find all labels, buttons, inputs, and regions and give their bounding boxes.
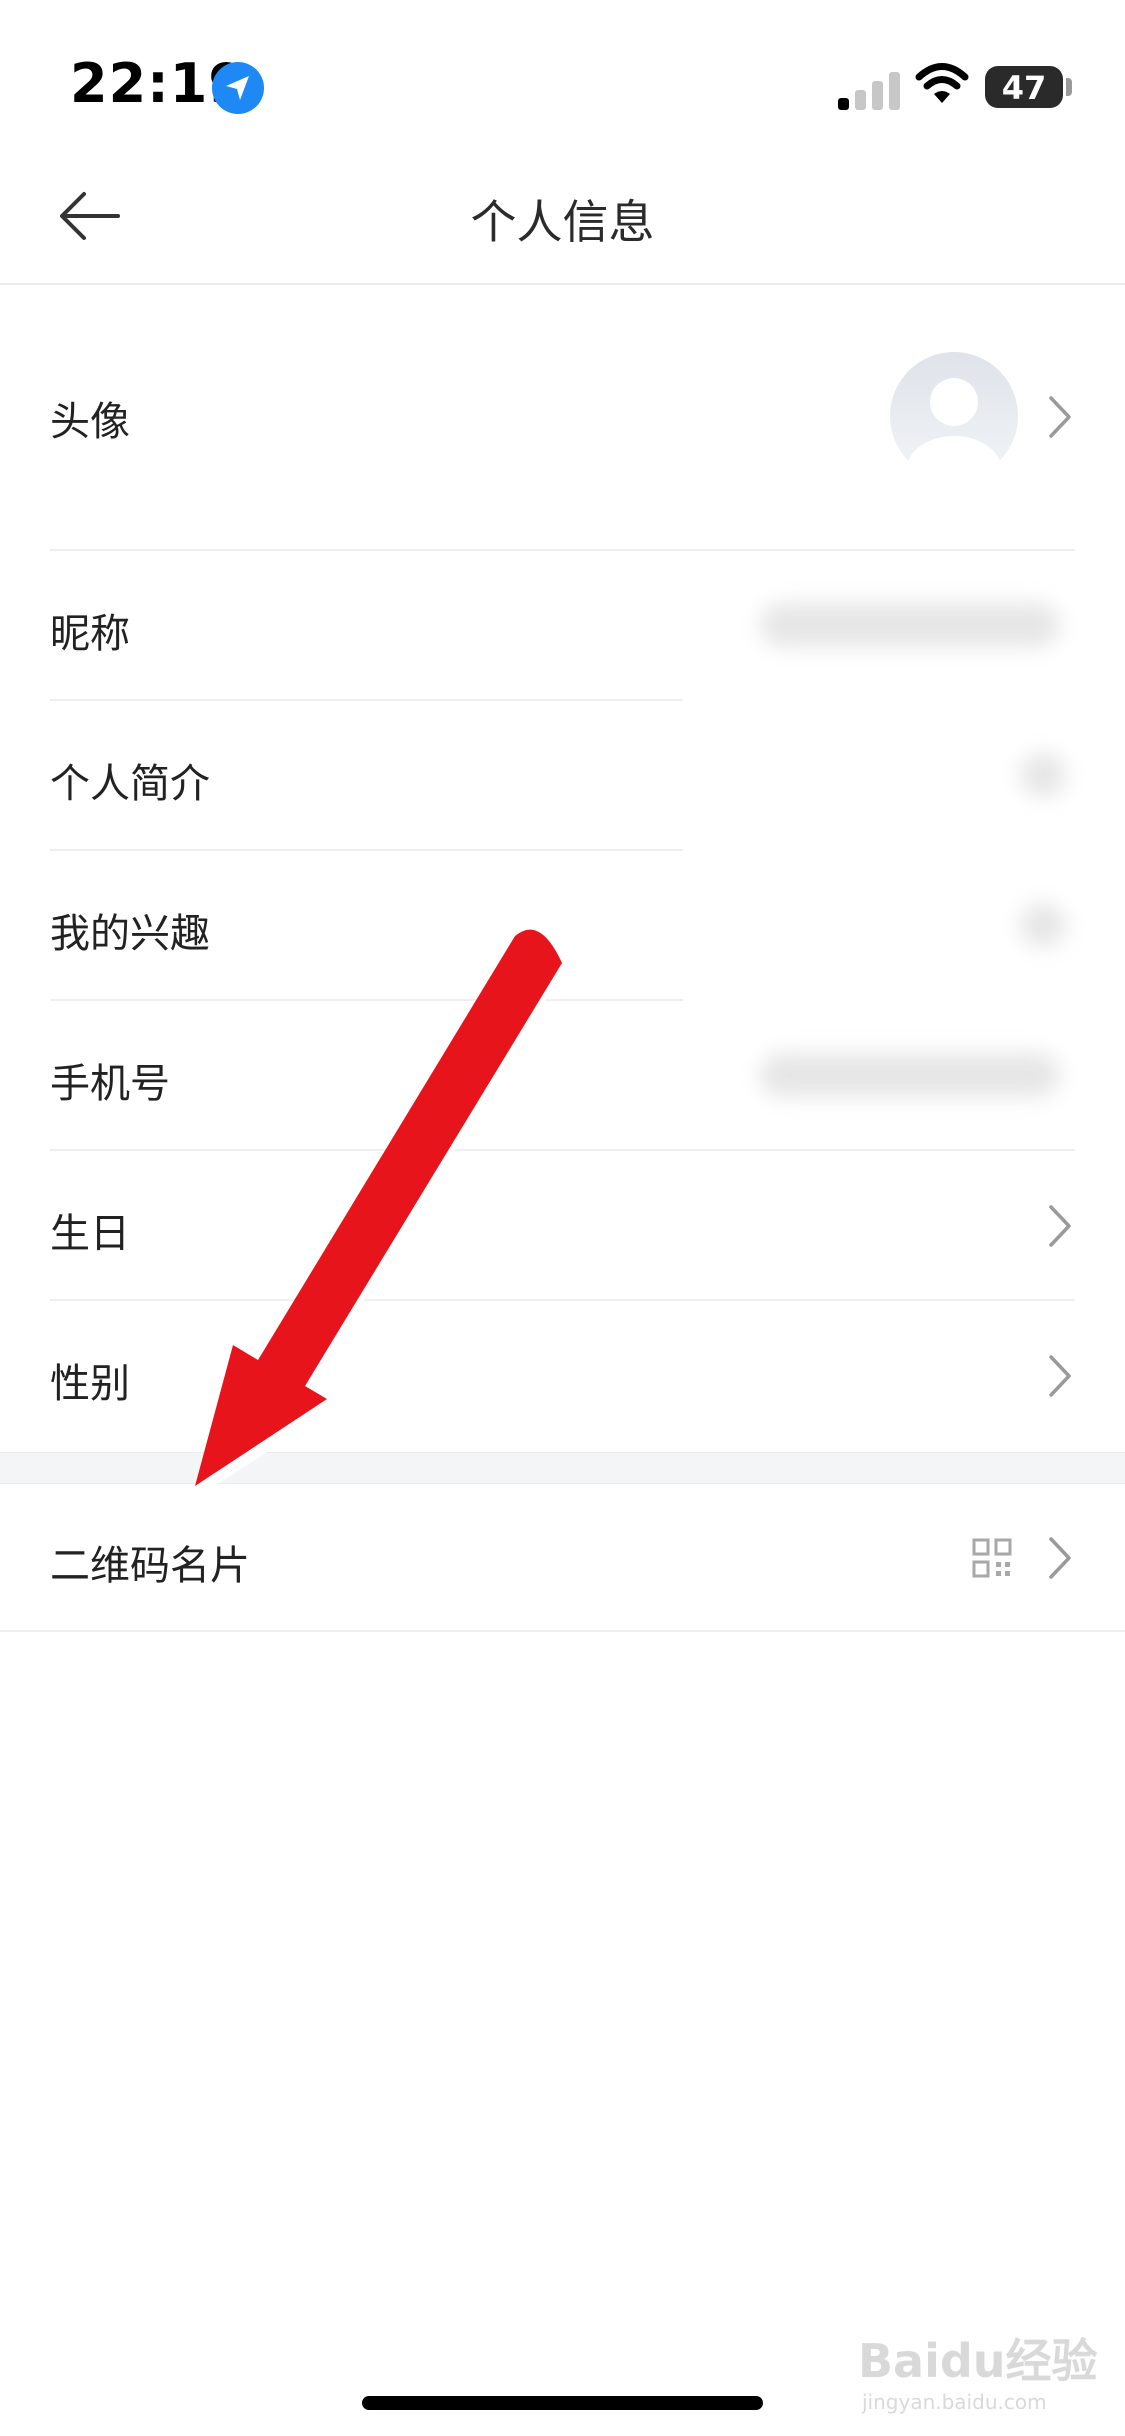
annotation-arrow-icon (195, 929, 568, 1499)
home-indicator[interactable] (362, 2396, 763, 2410)
baidu-watermark: Baidu经验 (858, 2334, 1098, 2388)
baidu-watermark-url: jingyan.baidu.com (862, 2390, 1047, 2414)
